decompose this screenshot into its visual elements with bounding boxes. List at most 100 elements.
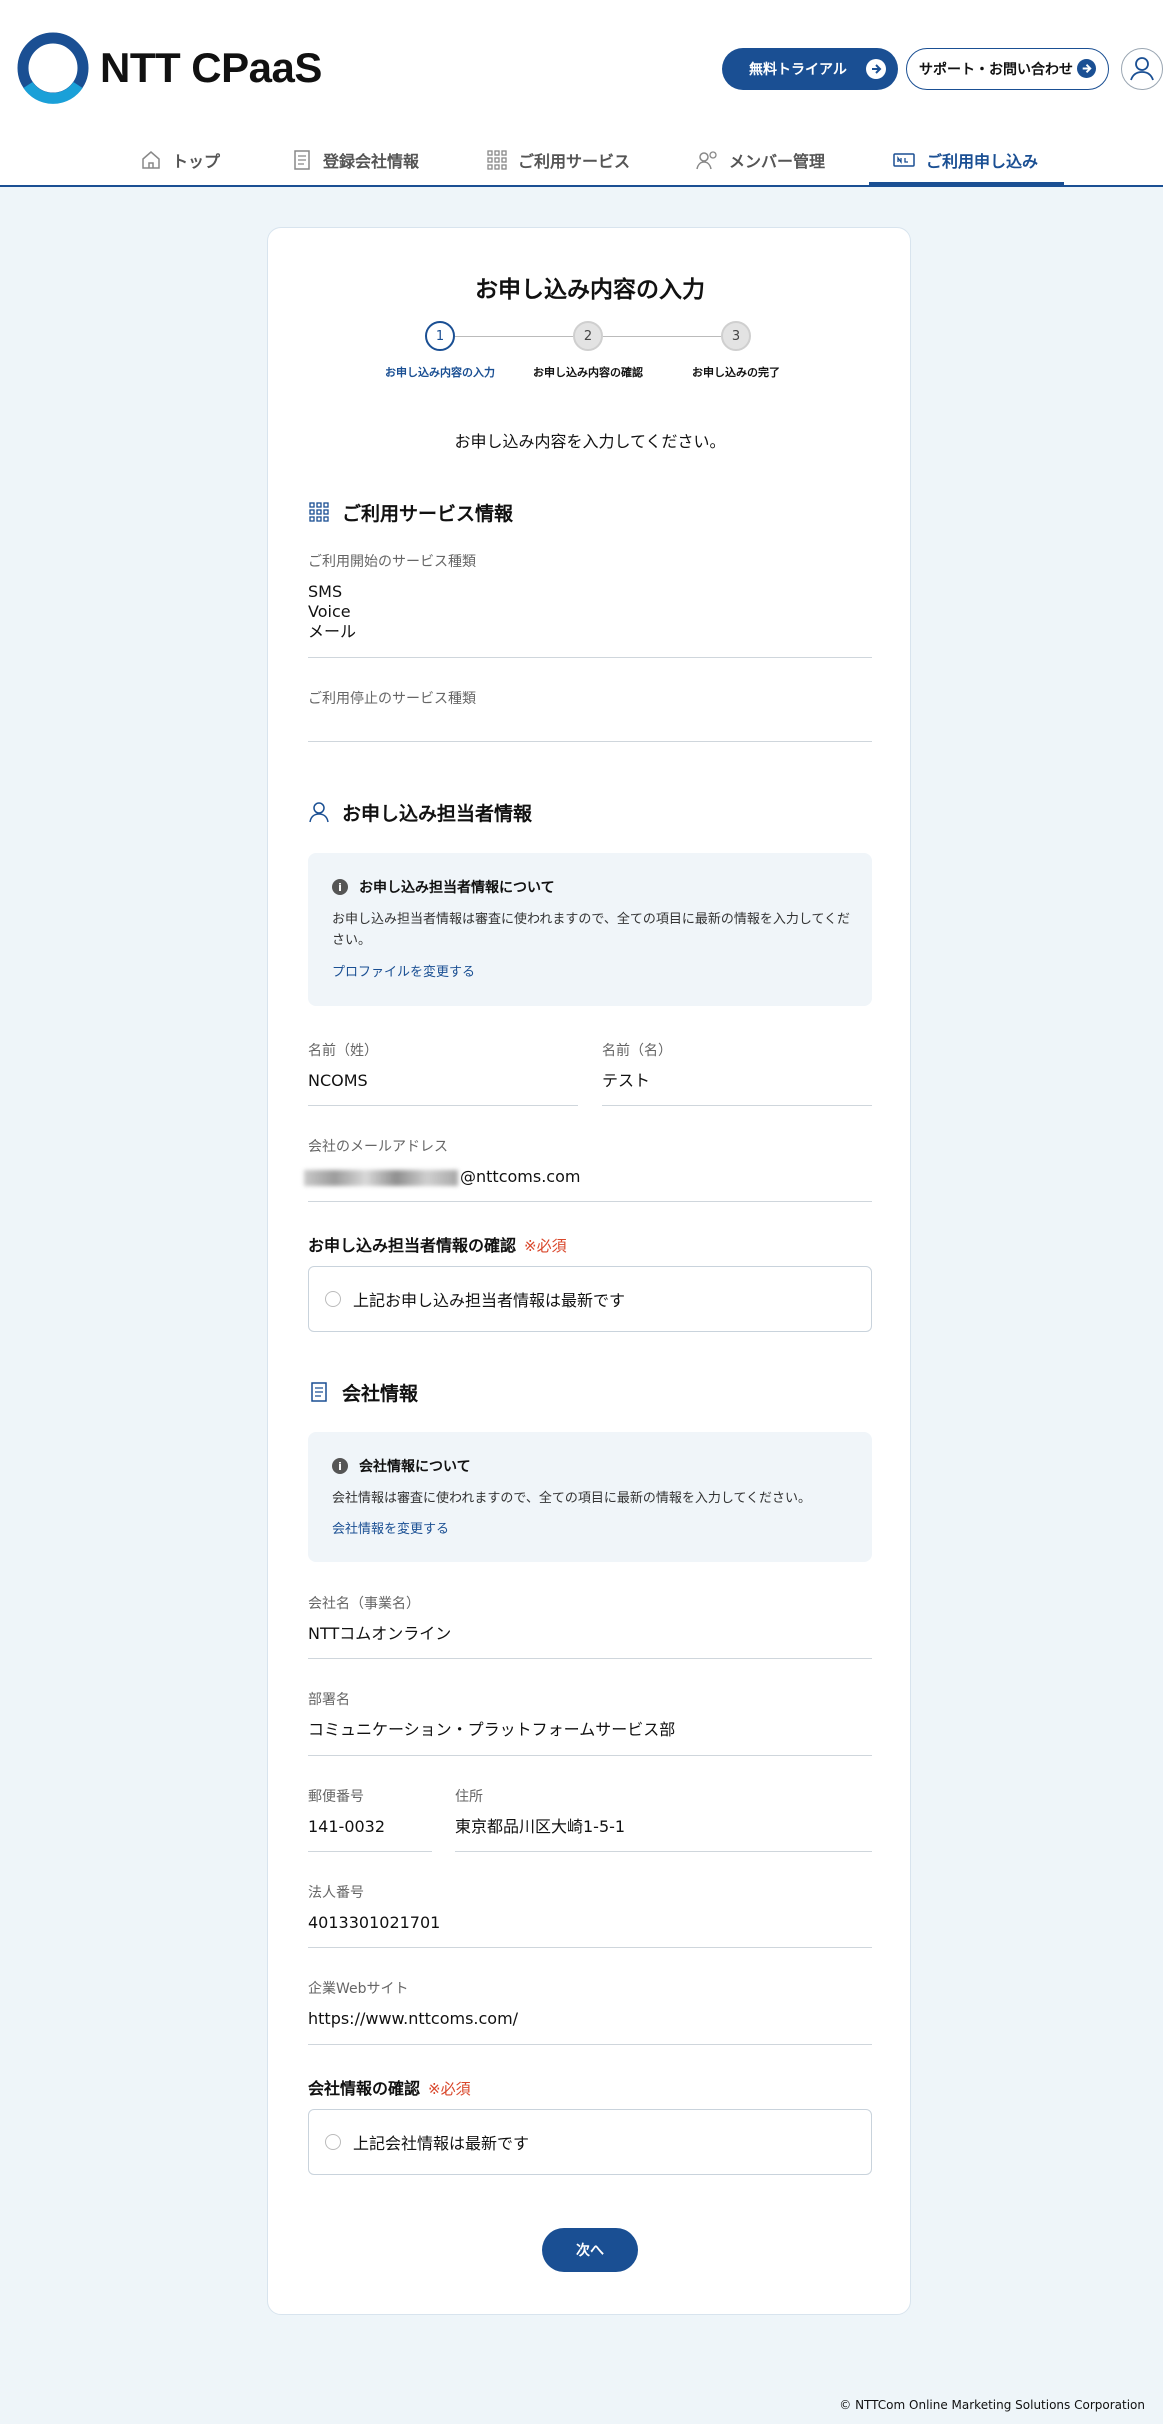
field-divider <box>308 657 872 658</box>
section-title-text: 会社情報 <box>342 1382 419 1405</box>
service-section-title: ご利用サービス情報 <box>308 497 513 527</box>
address-label: 住所 <box>455 1789 483 1805</box>
corporate-number-value: 4013301021701 <box>308 1913 441 1932</box>
applicant-info-heading: i お申し込み担当者情報について <box>332 877 555 897</box>
company-section-title: 会社情報 <box>308 1377 418 1407</box>
address-value: 東京都品川区大崎1-5-1 <box>455 1817 626 1836</box>
step-2-indicator: 2 <box>573 321 603 351</box>
confirm-title-text: 会社情報の確認 <box>308 2079 421 2098</box>
field-divider <box>308 1851 432 1852</box>
support-contact-button[interactable]: サポート・お問い合わせ <box>906 48 1109 90</box>
brand-logo[interactable]: NTT CPaaS <box>16 30 322 106</box>
grid-icon <box>487 150 507 170</box>
email-domain: @nttcoms.com <box>460 1167 581 1186</box>
application-form-card: お申し込み内容の入力 1 2 3 お申し込み内容の入力 お申し込み内容の確認 お… <box>267 227 911 2315</box>
field-divider <box>308 1658 872 1659</box>
start-service-sms: SMS <box>308 582 343 601</box>
nav-item-members[interactable]: メンバー管理 <box>695 134 825 186</box>
nav-item-label: メンバー管理 <box>729 152 826 171</box>
change-profile-link[interactable]: プロファイルを変更する <box>332 961 475 980</box>
department-label: 部署名 <box>308 1692 350 1708</box>
nav-item-application[interactable]: ご利用申し込み <box>892 134 1038 186</box>
applicant-confirm-checkbox[interactable]: 上記お申し込み担当者情報は最新です <box>308 1266 872 1332</box>
step-1-indicator: 1 <box>425 321 455 351</box>
email-value: @nttcoms.com <box>304 1167 580 1187</box>
first-name-value: テスト <box>602 1071 651 1090</box>
next-button[interactable]: 次へ <box>542 2228 638 2272</box>
nav-item-label: トップ <box>172 152 221 171</box>
last-name-label: 名前（姓） <box>308 1043 378 1059</box>
step-3-indicator: 3 <box>721 321 751 351</box>
stop-service-label: ご利用停止のサービス種類 <box>308 691 476 707</box>
document-icon <box>294 150 310 170</box>
start-service-voice: Voice <box>308 602 351 621</box>
support-contact-label: サポート・お問い合わせ <box>919 62 1073 78</box>
field-divider <box>455 1851 872 1852</box>
user-avatar-icon[interactable] <box>1121 48 1163 90</box>
info-title-text: お申し込み担当者情報について <box>359 880 555 896</box>
cpaas-logo-icon <box>17 32 89 104</box>
zip-value: 141-0032 <box>308 1817 386 1836</box>
step-3-label: お申し込みの完了 <box>692 366 780 379</box>
info-title-text: 会社情報について <box>359 1459 471 1475</box>
arrow-right-icon <box>866 59 886 79</box>
company-confirm-title: 会社情報の確認 ※必須 <box>308 2075 471 2099</box>
field-divider <box>308 1947 872 1948</box>
applicant-info-box: i お申し込み担当者情報について お申し込み担当者情報は審査に使われますので、全… <box>308 853 872 1006</box>
nav-item-label: 登録会社情報 <box>323 152 420 171</box>
website-value: https://www.nttcoms.com/ <box>308 2009 519 2028</box>
applicant-info-body: お申し込み担当者情報は審査に使われますので、全ての項目に最新の情報を入力してくだ… <box>332 912 851 948</box>
company-info-heading: i 会社情報について <box>332 1456 471 1476</box>
section-title-text: ご利用サービス情報 <box>342 502 514 525</box>
start-service-mail: メール <box>308 622 357 641</box>
person-icon <box>309 802 329 823</box>
required-mark: ※必須 <box>524 1237 567 1255</box>
copyright: © NTTCom Online Marketing Solutions Corp… <box>839 2398 1145 2412</box>
nav-active-indicator <box>869 182 1064 185</box>
field-divider <box>308 1755 872 1756</box>
free-trial-label: 無料トライアル <box>749 62 847 78</box>
department-value: コミュニケーション・プラットフォームサービス部 <box>308 1720 676 1739</box>
website-label: 企業Webサイト <box>308 1981 409 1997</box>
arrow-right-icon <box>1077 59 1096 78</box>
step-connector <box>603 336 721 337</box>
company-info-box: i 会社情報について 会社情報は審査に使われますので、全ての項目に最新の情報を入… <box>308 1432 872 1562</box>
nav-item-top[interactable]: トップ <box>140 134 220 186</box>
info-icon: i <box>332 879 348 895</box>
info-icon: i <box>332 1458 348 1474</box>
confirm-title-text: お申し込み担当者情報の確認 <box>308 1236 517 1255</box>
intro-text: お申し込み内容を入力してください。 <box>454 432 726 451</box>
first-name-label: 名前（名） <box>602 1043 672 1059</box>
required-mark: ※必須 <box>428 2080 471 2098</box>
applicant-confirm-title: お申し込み担当者情報の確認 ※必須 <box>308 1232 567 1256</box>
field-divider <box>308 1105 578 1106</box>
company-confirm-checkbox[interactable]: 上記会社情報は最新です <box>308 2109 872 2175</box>
field-divider <box>308 2044 872 2045</box>
radio-icon[interactable] <box>325 1291 341 1307</box>
last-name-value: NCOMS <box>308 1071 368 1090</box>
field-divider <box>308 741 872 742</box>
main-nav: トップ 登録会社情報 ご利用サービス メンバー管理 ご利用申し込み <box>0 134 1163 186</box>
document-icon <box>311 1382 327 1402</box>
field-divider <box>602 1105 872 1106</box>
page-title: お申し込み内容の入力 <box>475 277 705 303</box>
brand-name: NTT CPaaS <box>100 44 322 91</box>
company-name-value: NTTコムオンライン <box>308 1624 452 1643</box>
zip-label: 郵便番号 <box>308 1789 364 1805</box>
free-trial-button[interactable]: 無料トライアル <box>722 48 898 90</box>
nav-item-label: ご利用サービス <box>518 152 631 171</box>
member-icon <box>696 151 717 170</box>
radio-icon[interactable] <box>325 2134 341 2150</box>
step-connector <box>455 336 573 337</box>
grid-icon <box>309 502 329 522</box>
nav-item-services[interactable]: ご利用サービス <box>486 134 630 186</box>
redacted-email-user <box>304 1169 458 1186</box>
field-divider <box>308 1201 872 1202</box>
confirm-check-label: 上記お申し込み担当者情報は最新です <box>353 1291 626 1310</box>
home-icon <box>142 151 160 169</box>
nav-item-company-info[interactable]: 登録会社情報 <box>291 134 419 186</box>
applicant-section-title: お申し込み担当者情報 <box>308 797 532 827</box>
change-company-link[interactable]: 会社情報を変更する <box>332 1518 449 1537</box>
company-info-body: 会社情報は審査に使われますので、全ての項目に最新の情報を入力してください。 <box>332 1491 812 1506</box>
start-service-label: ご利用開始のサービス種類 <box>308 554 476 570</box>
